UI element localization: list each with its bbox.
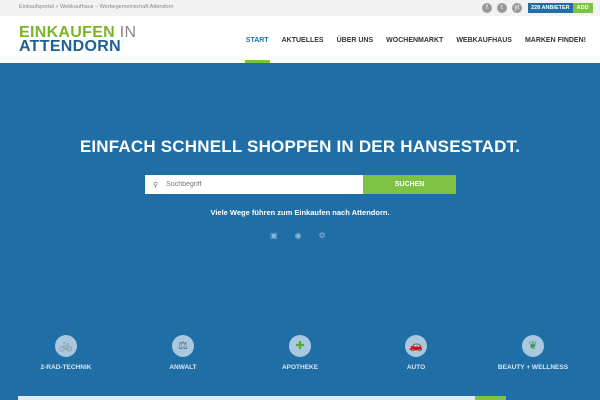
category-apotheke[interactable]: ✚ APOTHEKE	[250, 335, 350, 371]
twitter-icon[interactable]: t	[497, 3, 507, 13]
search-button[interactable]: SUCHEN	[363, 175, 456, 194]
folder-icon[interactable]: ▣	[270, 231, 278, 240]
facebook-icon[interactable]: f	[482, 3, 492, 13]
secondary-search-bar[interactable]	[18, 396, 506, 400]
tagline: Viele Wege führen zum Einkaufen nach Att…	[210, 208, 390, 217]
search-input[interactable]	[166, 181, 347, 188]
provider-badge[interactable]: 228 ANBIETER ADD	[528, 3, 593, 13]
header: EINKAUFEN IN ATTENDORN START AKTUELLES Ü…	[0, 16, 600, 63]
map-pin-icon[interactable]: ◉	[295, 231, 302, 240]
scales-icon: ⚖	[172, 335, 194, 357]
search-form: ⚲ SUCHEN	[145, 175, 456, 194]
nav-wochenmarkt[interactable]: WOCHENMARKT	[386, 37, 443, 44]
main-nav: START AKTUELLES ÜBER UNS WOCHENMARKT WEB…	[244, 37, 586, 63]
nav-webkaufhaus[interactable]: WEBKAUFHAUS	[456, 37, 512, 44]
pharmacy-icon: ✚	[289, 335, 311, 357]
top-bar: Einkaufsportal » Webkaufhaus – Werbegeme…	[0, 0, 600, 16]
logo-text-in: IN	[119, 24, 137, 41]
hero-headline: EINFACH SCHNELL SHOPPEN IN DER HANSESTAD…	[79, 137, 521, 156]
youtube-icon[interactable]: yt	[512, 3, 522, 13]
nav-ueber-uns[interactable]: ÜBER UNS	[337, 37, 374, 44]
category-label: AUTO	[406, 364, 426, 371]
gear-icon[interactable]: ⚙	[319, 231, 326, 240]
category-label: ANWALT	[169, 364, 197, 371]
nav-aktuelles[interactable]: AKTUELLES	[282, 37, 324, 44]
nav-start[interactable]: START	[244, 37, 270, 63]
breadcrumb: Einkaufsportal » Webkaufhaus – Werbegeme…	[19, 4, 174, 10]
leaf-icon: ❦	[522, 335, 544, 357]
provider-count[interactable]: 228 ANBIETER	[528, 3, 573, 13]
car-icon: 🚗	[405, 335, 427, 357]
search-icon: ⚲	[153, 181, 159, 189]
bicycle-icon: 🚲	[55, 335, 77, 357]
category-label: 2-RAD-TECHNIK	[40, 364, 92, 371]
nav-marken-finden[interactable]: MARKEN FINDEN!	[525, 37, 586, 44]
category-label: APOTHEKE	[281, 364, 319, 371]
category-2-rad-technik[interactable]: 🚲 2-RAD-TECHNIK	[16, 335, 116, 371]
logo-text-attendorn: ATTENDORN	[19, 38, 121, 55]
category-anwalt[interactable]: ⚖ ANWALT	[133, 335, 233, 371]
category-beauty-wellness[interactable]: ❦ BEAUTY + WELLNESS	[483, 335, 583, 371]
secondary-search-button[interactable]	[475, 396, 506, 400]
category-label: BEAUTY + WELLNESS	[497, 364, 569, 371]
logo[interactable]: EINKAUFEN IN ATTENDORN	[19, 24, 137, 55]
category-auto[interactable]: 🚗 AUTO	[366, 335, 466, 371]
add-provider-button[interactable]: ADD	[572, 3, 593, 13]
